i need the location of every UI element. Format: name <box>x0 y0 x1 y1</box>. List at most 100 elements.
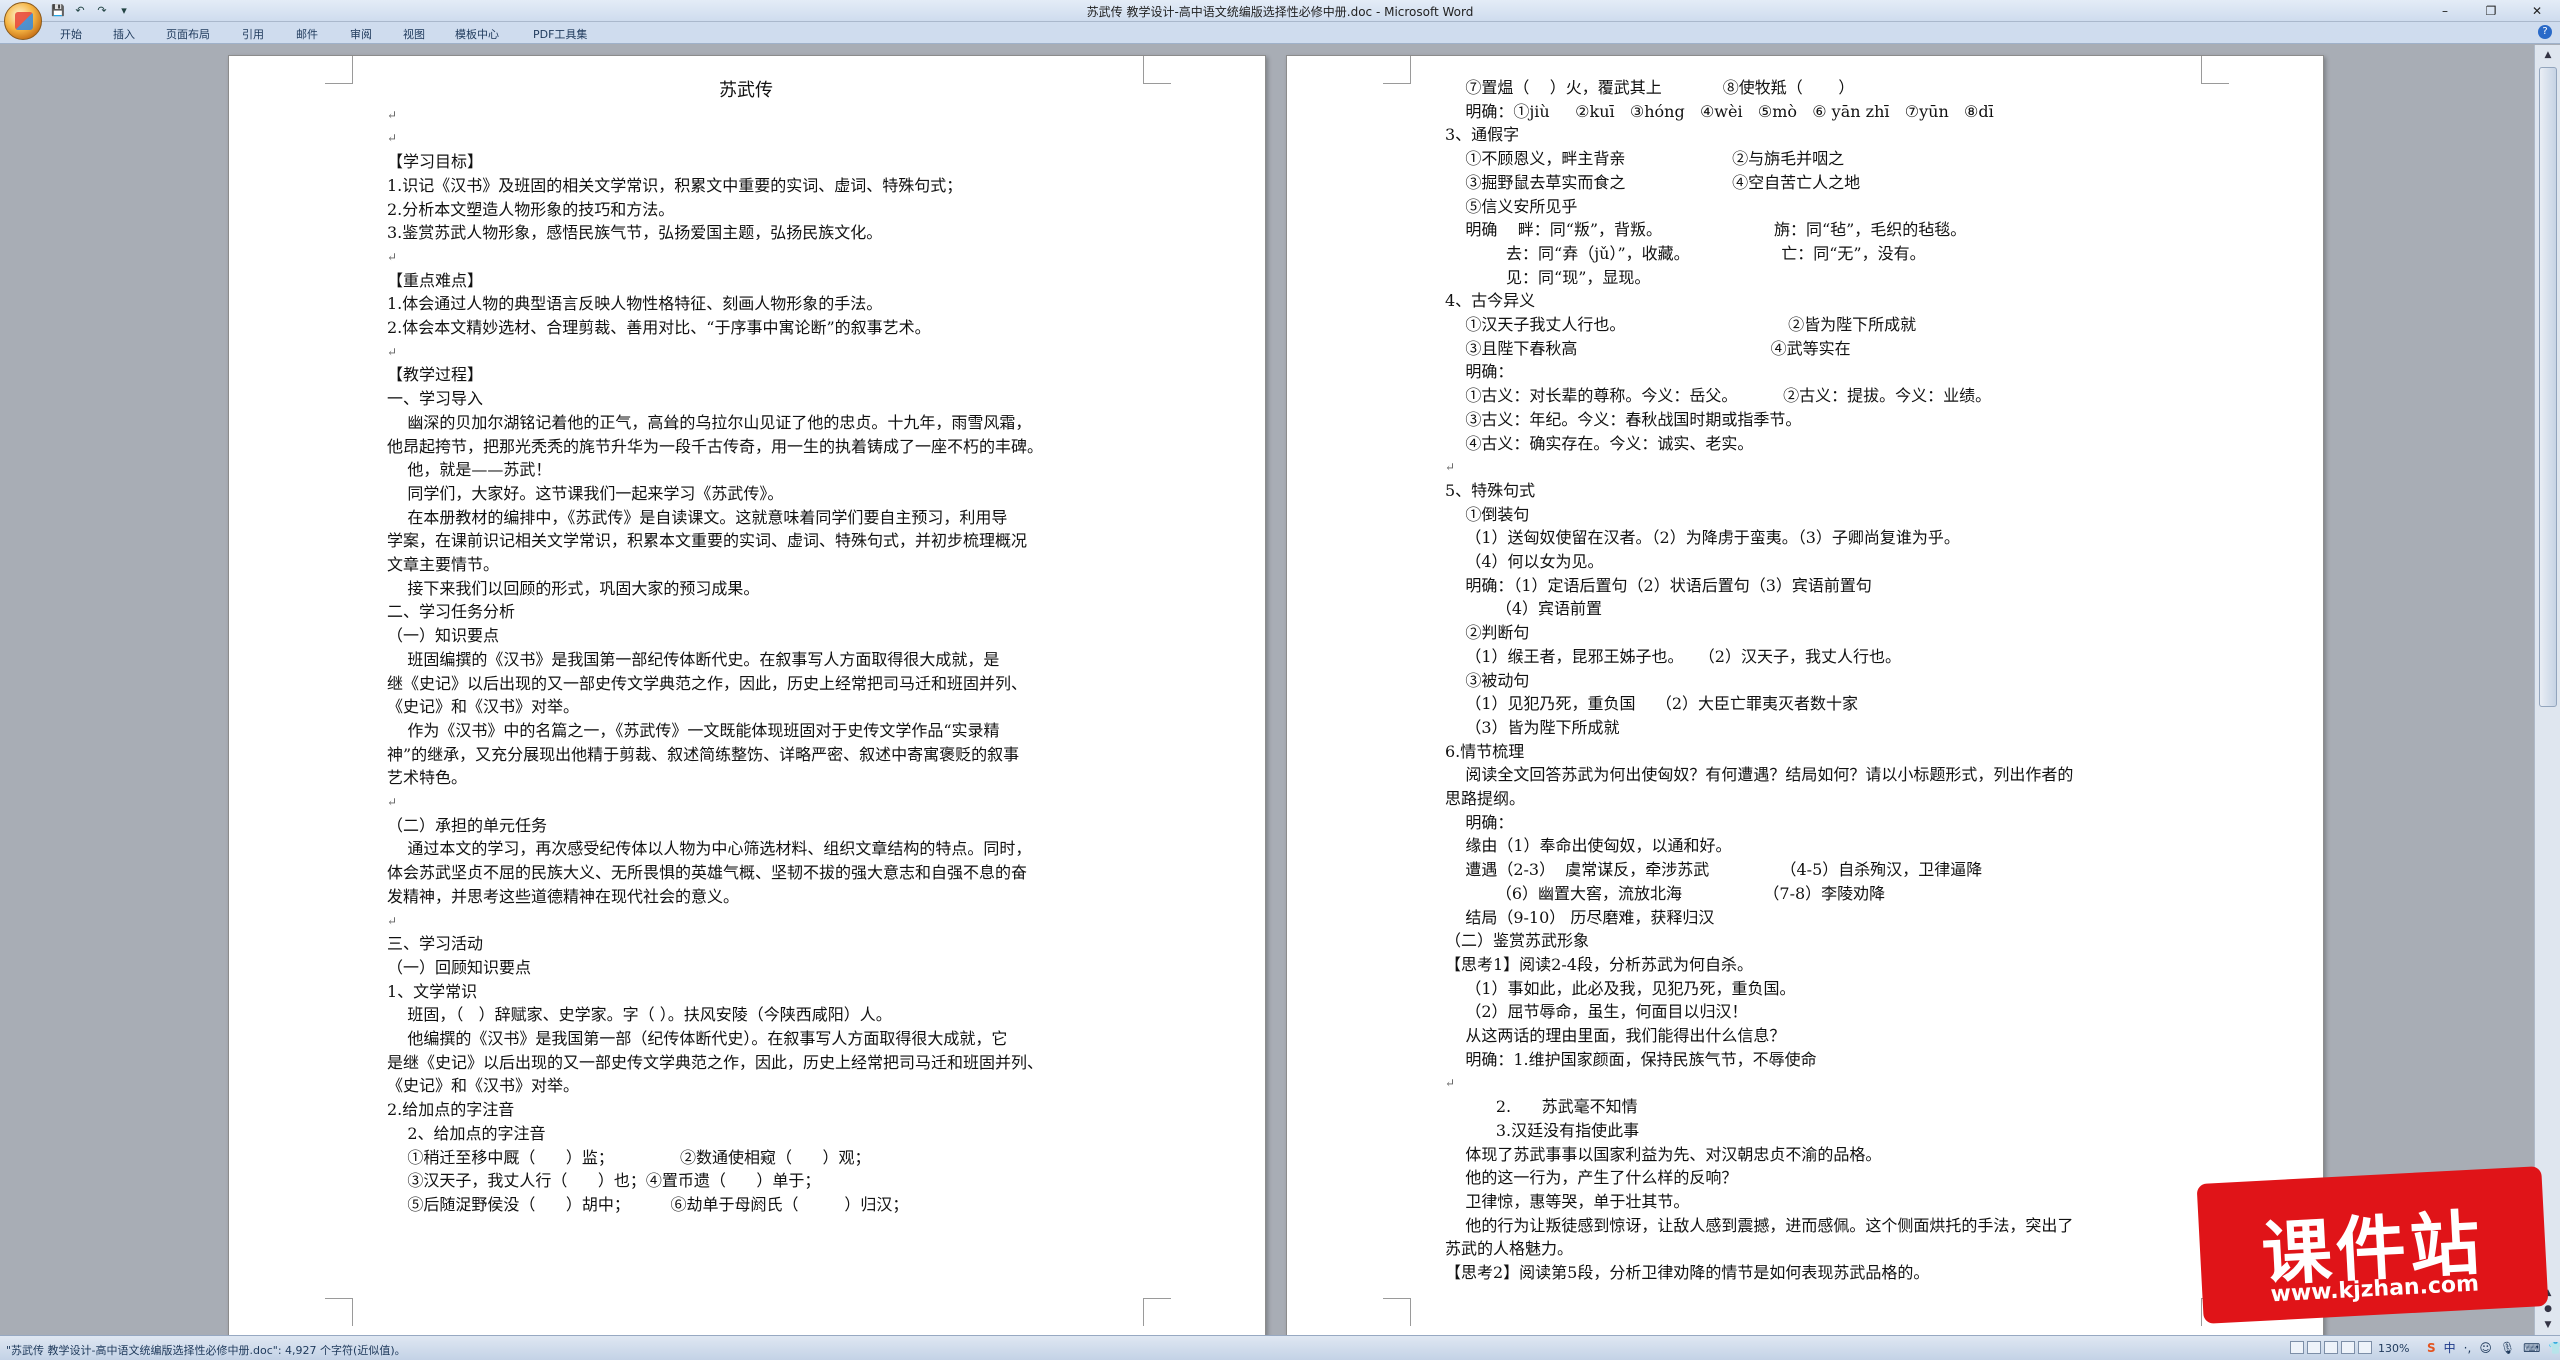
doc-line: 同学们，大家好。这节课我们一起来学习《苏武传》。 <box>387 483 784 503</box>
scroll-up-icon[interactable]: ▲ <box>2539 47 2557 63</box>
doc-line: ↵ <box>387 795 398 809</box>
draft-icon[interactable] <box>2358 1341 2372 1354</box>
ime-toolbar: S 中 ·, ☺ 🎙 ⌨ 👕 <box>2425 1339 2560 1357</box>
watermark-logo: 课件站 www.kjzhan.com <box>2196 1166 2549 1324</box>
doc-line: ↵ <box>387 249 398 264</box>
page-1[interactable]: 苏武传 ↵ ↵ 【学习目标】 1.识记《汉书》及班固的相关文学常识，积累文中重要的实词、… <box>228 55 1266 1335</box>
doc-line: 2.分析本文塑造人物形象的技巧和方法。 <box>387 199 675 219</box>
doc-line: （4）宾语前置 <box>1445 599 1603 619</box>
doc-line: ③汉天子，我丈人行（ ）也；④置币遗（ ）单于； <box>387 1171 821 1191</box>
print-layout-icon[interactable] <box>2290 1341 2304 1354</box>
doc-line: 艺术特色。 <box>387 768 468 788</box>
doc-line: ①不顾恩义，畔主背亲 ②与旃毛并咽之 <box>1445 149 1845 169</box>
doc-line: 一、学习导入 <box>387 389 484 409</box>
doc-line: 班固编撰的《汉书》是我国第一部纪传体断代史。在叙事写人方面取得很大成就，是 <box>387 649 1000 669</box>
doc-line: 3、通假字 <box>1445 125 1520 145</box>
doc-line: （3）皆为陛下所成就 <box>1445 717 1620 737</box>
ime-mode[interactable]: 中 <box>2442 1339 2458 1357</box>
close-button[interactable]: ✕ <box>2514 0 2560 22</box>
doc-line: 2、给加点的字注音 <box>387 1123 546 1143</box>
tab-insert[interactable]: 插入 <box>113 26 135 42</box>
help-icon[interactable]: ? <box>2538 25 2552 39</box>
doc-line: 遭遇（2-3） 虞常谋反，牵涉苏武 （4-5）自杀殉汉，卫律逼降 <box>1445 860 1983 880</box>
tab-home[interactable]: 开始 <box>60 26 82 42</box>
window-title: 苏武传 教学设计-高中语文统编版选择性必修中册.doc - Microsoft … <box>1086 5 1474 19</box>
doc-line: （二）承担的单元任务 <box>387 815 548 835</box>
sogou-icon[interactable]: S <box>2425 1339 2438 1357</box>
tab-pdf-tools[interactable]: PDF工具集 <box>533 26 587 42</box>
restore-button[interactable]: ❐ <box>2468 0 2514 22</box>
doc-line: （2）屈节辱命，虽生，何面目以归汉！ <box>1445 1002 1748 1022</box>
tab-review[interactable]: 审阅 <box>350 26 372 42</box>
doc-line: 2.体会本文精妙选材、合理剪裁、善用对比、“于序事中寓论断”的叙事艺术。 <box>387 318 931 337</box>
doc-line: 二、学习任务分析 <box>387 602 516 622</box>
punctuation-icon[interactable]: ·, <box>2462 1339 2474 1357</box>
page-2[interactable]: ⑦置煴（ ）火，覆武其上 ⑧使牧羝（ ） 明确：①jiù ②kuī ③hóng … <box>1286 55 2324 1335</box>
doc-line: 三、学习活动 <box>387 934 484 954</box>
scroll-thumb[interactable] <box>2539 67 2557 707</box>
doc-line: （1）送匈奴使留在汉者。（2）为降虏于蛮夷。（3）子卿尚复谁为乎。 <box>1445 528 1960 548</box>
doc-line: 苏武传 <box>719 80 773 101</box>
doc-line: ①古义：对长辈的尊称。今义：岳父。 ②古义：提拔。今义：业绩。 <box>1445 386 1992 406</box>
doc-line: 明确：①jiù ②kuī ③hóng ④wèi ⑤mò ⑥ yān zhī ⑦y… <box>1445 101 1994 121</box>
doc-line: ③掘野鼠去草实而食之 ④空自苦亡人之地 <box>1445 172 1861 192</box>
doc-line: 明确： <box>1445 362 1514 382</box>
window-controls: – ❐ ✕ <box>2422 0 2560 22</box>
doc-line: 发精神，并思考这些道德精神在现代社会的意义。 <box>387 886 740 906</box>
tab-view[interactable]: 视图 <box>403 26 425 42</box>
doc-line: 体会苏武坚贞不屈的民族大义、无所畏惧的英雄气概、坚韧不拔的强大意志和自强不息的奋 <box>387 863 1028 883</box>
doc-line: 在本册教材的编排中，《苏武传》是自读课文。这就意味着同学们要自主预习，利用导 <box>387 507 1008 527</box>
doc-line: 阅读全文回答苏武为何出使匈奴？有何遭遇？结局如何？请以小标题形式，列出作者的 <box>1445 765 2074 785</box>
doc-line: ⑤信义安所见乎 <box>1445 196 1578 216</box>
office-button[interactable] <box>4 2 42 40</box>
tab-page-layout[interactable]: 页面布局 <box>166 26 210 42</box>
keyboard-icon[interactable]: ⌨ <box>2521 1339 2542 1357</box>
tab-template-center[interactable]: 模板中心 <box>455 26 499 42</box>
web-layout-icon[interactable] <box>2324 1341 2338 1354</box>
doc-line: （4）何以女为见。 <box>1445 552 1604 571</box>
doc-line: 缘由（1）奉命出使匈奴，以通和好。 <box>1445 836 1732 856</box>
doc-line: 他的这一行为，产生了什么样的反响？ <box>1445 1168 1738 1188</box>
tab-mailings[interactable]: 邮件 <box>296 26 318 42</box>
vertical-scrollbar[interactable]: ▲ ▲ ● ▼ <box>2534 45 2560 1335</box>
doc-line: 幽深的贝加尔湖铭记着他的正气，高耸的乌拉尔山见证了他的忠贞。十九年，雨雪风霜， <box>387 412 1032 432</box>
doc-line: 是继《史记》以后出现的又一部史传文学典范之作，因此，历史上经常把司马迁和班固并列… <box>387 1052 1044 1072</box>
crop-mark <box>1143 56 1171 84</box>
doc-line: ↵ <box>387 344 398 359</box>
doc-line: 从这两话的理由里面，我们能得出什么信息？ <box>1445 1026 1786 1045</box>
doc-line: 1、文学常识 <box>387 981 478 1001</box>
doc-line: 1.体会通过人物的典型语言反映人物性格特征、刻画人物形象的手法。 <box>387 294 883 314</box>
minimize-button[interactable]: – <box>2422 0 2468 22</box>
mic-icon[interactable]: 🎙 <box>2498 1339 2517 1357</box>
doc-line: ③且陛下春秋高 ④武等实在 <box>1445 338 1851 358</box>
doc-line: 作为《汉书》中的名篇之一，《苏武传》一文既能体现班固对于史传文学作品“实录精 <box>387 720 1000 740</box>
doc-line: 文章主要情节。 <box>387 555 500 574</box>
doc-line: 《史记》和《汉书》对举。 <box>387 1076 580 1096</box>
next-page-icon[interactable]: ▼ <box>2539 1317 2557 1333</box>
doc-line: 明确：（1）定语后置句（2）状语后置句（3）宾语前置句 <box>1445 575 1872 595</box>
tab-references[interactable]: 引用 <box>242 26 264 42</box>
emoji-icon[interactable]: ☺ <box>2477 1339 2494 1357</box>
doc-line: 接下来我们以回顾的形式，巩固大家的预习成果。 <box>387 578 760 598</box>
doc-line: 结局（9-10） 历尽磨难，获释归汉 <box>1445 907 1715 927</box>
doc-line: ①汉天子我丈人行也。 ②皆为陛下所成就 <box>1445 315 1917 334</box>
skin-icon[interactable]: 👕 <box>2546 1339 2560 1357</box>
document-area[interactable]: 苏武传 ↵ ↵ 【学习目标】 1.识记《汉书》及班固的相关文学常识，积累文中重要的实词、… <box>0 45 2534 1335</box>
outline-icon[interactable] <box>2341 1341 2355 1354</box>
doc-line: ↵ <box>387 131 398 146</box>
doc-line: ①稍迁至移中厩（ ）监； ②数通使相窥（ ）观； <box>387 1147 871 1167</box>
full-screen-reading-icon[interactable] <box>2307 1341 2321 1354</box>
view-buttons <box>2290 1341 2372 1354</box>
doc-line: 2.给加点的字注音 <box>387 1100 515 1120</box>
doc-line: 学案，在课前识记相关文学常识，积累本文重要的实词、虚词、特殊句式，并初步梳理概况 <box>387 531 1028 551</box>
status-text: "苏武传 教学设计-高中语文统编版选择性必修中册.doc": 4,927 个字符… <box>6 1344 406 1357</box>
doc-line: 《史记》和《汉书》对举。 <box>387 697 580 717</box>
doc-line: 去：同“弆（jǔ）”，收藏。 亡：同“无”，没有。 <box>1445 243 1926 263</box>
doc-line: 1.识记《汉书》及班固的相关文学常识，积累文中重要的实词、虚词、特殊句式； <box>387 175 963 195</box>
doc-line: 继《史记》以后出现的又一部史传文学典范之作，因此，历史上经常把司马迁和班固并列、 <box>387 673 1028 693</box>
doc-line: 通过本文的学习，再次感受纪传体以人物为中心筛选材料、组织文章结构的特点。同时， <box>387 839 1032 859</box>
zoom-level[interactable]: 130% <box>2378 1342 2409 1355</box>
doc-line: ③被动句 <box>1445 670 1530 690</box>
doc-line: ③古义：年纪。今义：春秋战国时期或指季节。 <box>1445 409 1802 429</box>
doc-line: （6）幽置大窖，流放北海 （7-8）李陵劝降 <box>1445 883 1886 903</box>
